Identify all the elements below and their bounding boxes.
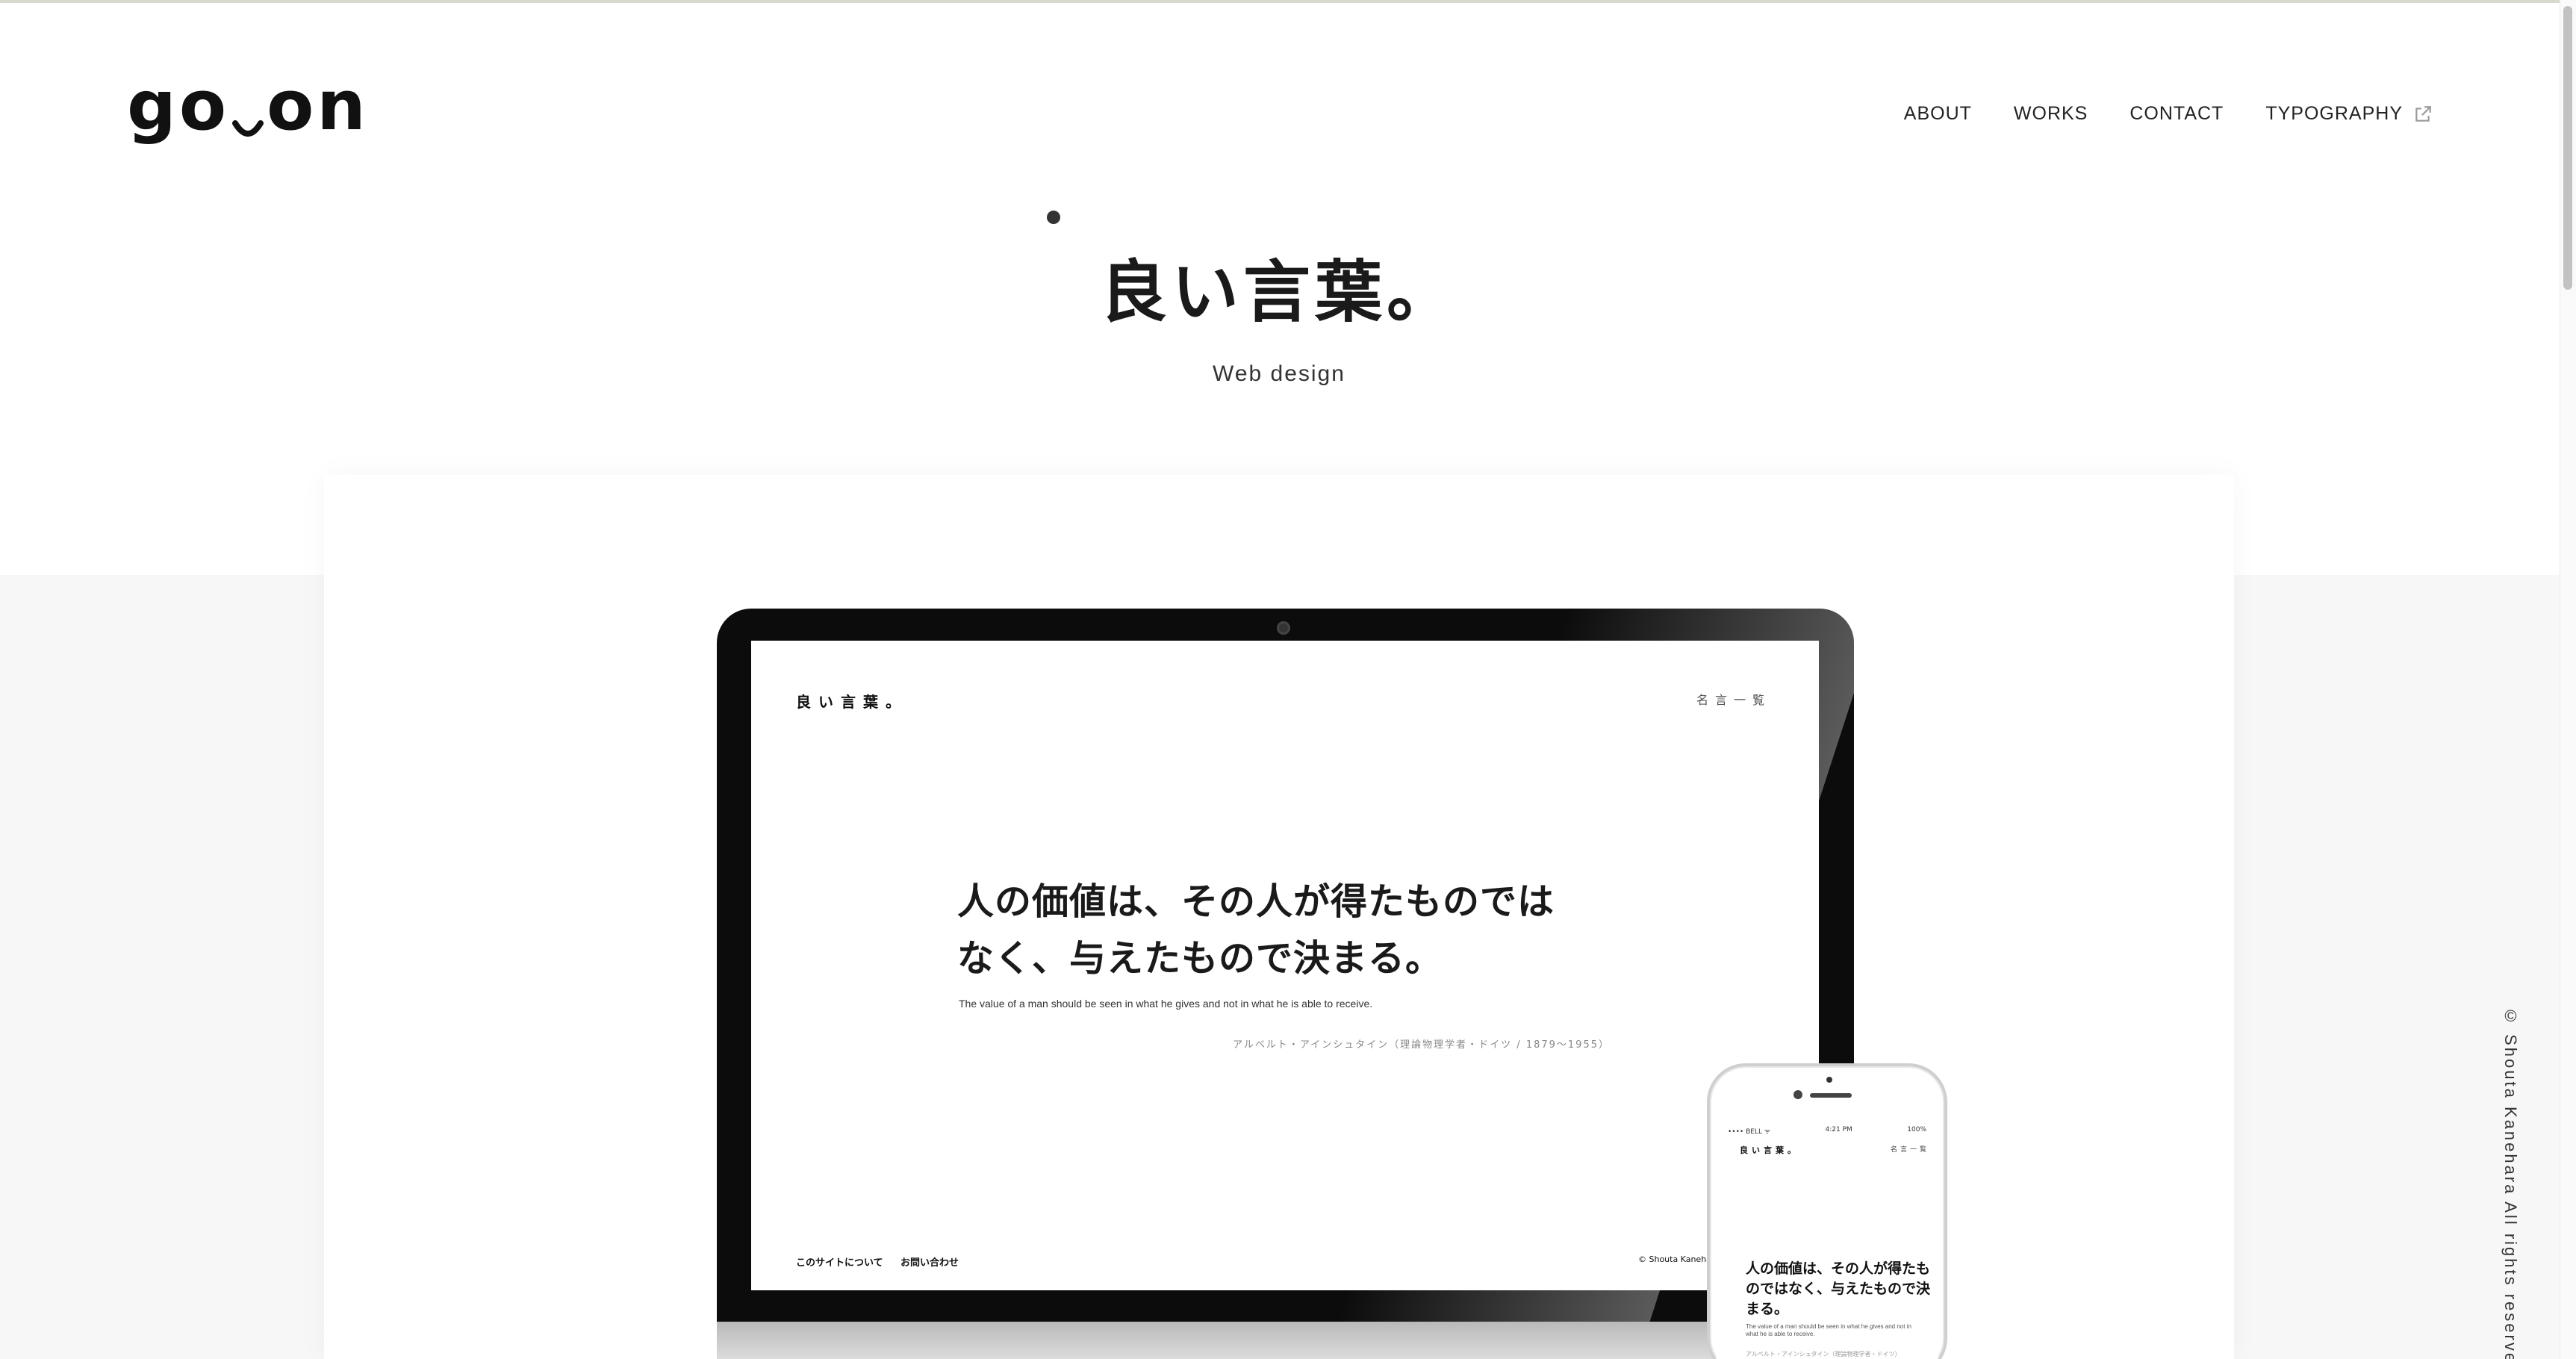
top-border xyxy=(0,0,2576,3)
phone-mockup: •••• BELL ᯤ 4:21 PM 100% 良い言葉。 名言一覧 人の価値… xyxy=(1707,1063,1947,1359)
phone-speaker xyxy=(1810,1093,1852,1098)
screen-author: アルベルト・アインシュタイン（理論物理学者・ドイツ / 1879〜1955） xyxy=(1232,1039,1610,1051)
phone-quote: 人の価値は、その人が得たものではなく、与えたもので決まる。 xyxy=(1746,1260,1931,1317)
screen-list-link: 名言一覧 xyxy=(1696,693,1771,707)
page-title: 良い言葉。 xyxy=(1100,253,1458,332)
phone-list-link: 名言一覧 xyxy=(1890,1146,1929,1154)
phone-quote-en: The value of a man should be seen in wha… xyxy=(1746,1323,1911,1337)
phone-status-bar: •••• BELL ᯤ 4:21 PM 100% xyxy=(1728,1126,1926,1136)
site-logo[interactable]: go on xyxy=(127,72,369,146)
copyright-vertical: © Shouta Kanehara All rights reserved. xyxy=(2501,1007,2520,1359)
phone-sensor xyxy=(1826,1077,1832,1083)
smile-icon xyxy=(232,120,264,137)
laptop-camera xyxy=(1277,621,1290,635)
phone-author: アルベルト・アインシュタイン（理論物理学者・ドイツ） xyxy=(1746,1351,1901,1358)
nav-about[interactable]: ABOUT xyxy=(1904,103,1972,125)
nav-contact[interactable]: CONTACT xyxy=(2129,103,2224,125)
phone-camera xyxy=(1793,1090,1802,1099)
work-category: Web design xyxy=(1213,361,1345,386)
screen-quote: 人の価値は、その人が得たものでは なく、与えたもので決まる。 xyxy=(957,880,1555,980)
scrollbar[interactable] xyxy=(2560,0,2576,1359)
cursor-dot xyxy=(1047,211,1060,224)
screen-footer-contact: お問い合わせ xyxy=(900,1257,959,1269)
nav-works[interactable]: WORKS xyxy=(2014,103,2088,125)
main-nav: ABOUT WORKS CONTACT TYPOGRAPHY xyxy=(1904,103,2433,125)
phone-brand: 良い言葉。 xyxy=(1740,1145,1799,1155)
laptop-screen: 良い言葉。 名言一覧 人の価値は、その人が得たものでは なく、与えたもので決まる… xyxy=(751,641,1819,1290)
screen-quote-en: The value of a man should be seen in wha… xyxy=(959,998,1373,1010)
external-link-icon xyxy=(2415,105,2431,122)
scrollbar-thumb[interactable] xyxy=(2563,6,2572,290)
screen-footer-about: このサイトについて xyxy=(796,1257,883,1269)
phone-screen: •••• BELL ᯤ 4:21 PM 100% 良い言葉。 名言一覧 人の価値… xyxy=(1716,1122,1938,1359)
screen-brand: 良い言葉。 xyxy=(796,693,908,711)
laptop-base xyxy=(717,1322,1854,1359)
nav-typography[interactable]: TYPOGRAPHY xyxy=(2265,103,2433,125)
